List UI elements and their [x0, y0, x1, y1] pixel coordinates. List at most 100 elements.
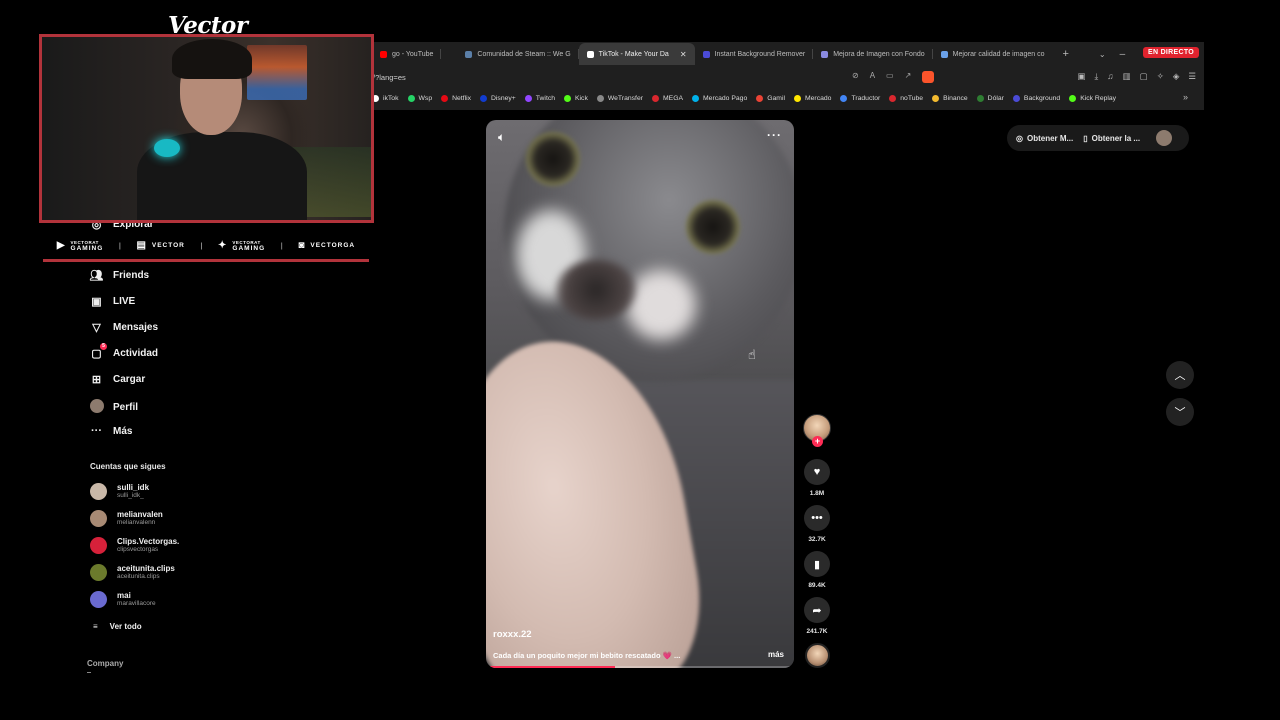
- sidebar-item-live[interactable]: ▣ LIVE: [89, 295, 135, 308]
- follow-plus-icon[interactable]: +: [812, 436, 823, 447]
- following-account[interactable]: mai maravillacore: [90, 591, 156, 608]
- url-text[interactable]: /?lang=es: [373, 73, 406, 82]
- friends-icon: 👥︎: [89, 270, 104, 282]
- sidebar-item-cargar[interactable]: ⊞ Cargar: [89, 373, 145, 386]
- pip-icon[interactable]: ▢: [1140, 71, 1148, 82]
- minimize-icon[interactable]: –: [1120, 49, 1126, 60]
- streamer-logo: Vector: [168, 12, 248, 39]
- tab-search-chevron-icon[interactable]: ⌄: [1099, 50, 1106, 59]
- tab-mejorar-calidad[interactable]: Mejorar calidad de imagen co: [933, 43, 1053, 65]
- menu-icon[interactable]: ☰: [1188, 71, 1196, 82]
- avatar: [90, 483, 107, 500]
- volume-icon[interactable]: 🔈︎: [498, 130, 505, 145]
- activity-icon: ▢ 5: [89, 343, 107, 360]
- no-media-icon[interactable]: ⊘: [852, 71, 859, 83]
- bookmark-item[interactable]: MEGA: [652, 94, 683, 102]
- see-all-button[interactable]: ≡ Ver todo: [93, 622, 142, 631]
- bookmark-item[interactable]: Binance: [932, 94, 968, 102]
- bookmark-item[interactable]: Traductor: [840, 94, 880, 102]
- music-icon[interactable]: ♫: [1107, 71, 1113, 82]
- more-options-icon[interactable]: ···: [767, 128, 782, 142]
- list-icon: ≡: [93, 622, 98, 631]
- image-favicon-icon: [940, 50, 948, 58]
- bookmark-item[interactable]: Gamil: [756, 94, 785, 102]
- live-badge: EN DIRECTO: [1143, 47, 1200, 58]
- twitch-bookmark-icon: [524, 94, 532, 102]
- bookmark-item[interactable]: Kick Replay: [1069, 94, 1116, 102]
- share-count: 241.7K: [806, 628, 828, 635]
- browser-chrome: go - YouTube Comunidad de Steam :: We G …: [372, 42, 1204, 110]
- vpn-icon[interactable]: ◈: [1173, 71, 1180, 82]
- video-progress-bar[interactable]: [486, 666, 794, 668]
- comment-button[interactable]: •••: [804, 505, 830, 531]
- close-tab-icon[interactable]: ✕: [680, 50, 687, 59]
- headset-light: [154, 139, 180, 157]
- youtube-icon: ▶: [56, 240, 66, 251]
- share-button[interactable]: ➦: [804, 597, 830, 623]
- sidebar-item-actividad[interactable]: ▢ 5 Actividad: [89, 343, 158, 360]
- sound-disc[interactable]: [805, 643, 830, 668]
- brave-shield-icon[interactable]: [922, 71, 935, 83]
- bookmark-item[interactable]: Wsp: [407, 94, 432, 102]
- avatar: [90, 510, 107, 527]
- notification-badge: 5: [100, 343, 107, 350]
- sidebar-icon[interactable]: ▥: [1123, 71, 1131, 82]
- company-link[interactable]: Company: [87, 659, 123, 668]
- address-bar[interactable]: /?lang=es ⊘ A ▭ ↗ ▣ ⤓ ♫ ▥ ▢ ✧ ◈ ☰: [372, 66, 1204, 88]
- bookmark-item[interactable]: WeTransfer: [596, 94, 643, 102]
- tab-tiktok[interactable]: TikTok - Make Your Da ✕: [578, 43, 695, 65]
- tab-youtube[interactable]: go - YouTube: [372, 43, 442, 65]
- share-icon[interactable]: ↗: [905, 71, 912, 83]
- get-app-desktop-button[interactable]: ◎ Obtener M...: [1016, 134, 1073, 143]
- webcam-background-screen: [247, 45, 307, 100]
- download-icon[interactable]: ⤓: [1095, 71, 1099, 82]
- tab-background-remover[interactable]: Instant Background Remover: [695, 43, 814, 65]
- cat-eye-left: [526, 132, 580, 186]
- reading-icon[interactable]: ▣: [1077, 71, 1085, 82]
- previous-video-button[interactable]: ︿: [1166, 361, 1194, 389]
- extensions-icon[interactable]: ✧: [1157, 71, 1164, 82]
- bookmark-item[interactable]: Netflix: [441, 94, 471, 102]
- caption-more-button[interactable]: más: [768, 650, 784, 659]
- bookmark-item[interactable]: Twitch: [524, 94, 555, 102]
- screen-icon[interactable]: ▭: [886, 71, 894, 83]
- save-button[interactable]: ▮: [804, 551, 830, 577]
- bookmark-item[interactable]: Mercado Pago: [692, 94, 747, 102]
- cat-nose: [556, 260, 636, 320]
- sidebar-item-friends[interactable]: 👥︎ Friends: [89, 269, 150, 282]
- translate-bookmark-icon: [840, 94, 848, 102]
- following-title: Cuentas que sigues: [90, 462, 166, 471]
- kickreplay-bookmark-icon: [1069, 94, 1077, 102]
- divider: |: [280, 242, 283, 250]
- user-avatar[interactable]: [1156, 130, 1173, 146]
- translate-icon[interactable]: A: [870, 71, 875, 83]
- video-player[interactable]: 🔈︎ ··· roxxx.22 Cada día un poquito mejo…: [486, 120, 794, 668]
- following-account[interactable]: sulli_idk sulli_idk_: [90, 483, 149, 500]
- bookmark-item[interactable]: Mercado: [793, 94, 831, 102]
- bookmark-item[interactable]: Dólar: [976, 94, 1004, 102]
- following-account[interactable]: melianvalen melianvalenn: [90, 510, 163, 527]
- sidebar-item-mensajes[interactable]: ▽ Mensajes: [89, 321, 158, 334]
- like-button[interactable]: ♥: [804, 459, 830, 485]
- bookmark-item[interactable]: noTube: [889, 94, 923, 102]
- background-bookmark-icon: [1012, 94, 1020, 102]
- following-account[interactable]: Clips.Vectorgas. clipsvectorgas: [90, 537, 179, 554]
- tab-mejora-imagen[interactable]: Mejora de Imagen con Fondo: [813, 43, 933, 65]
- footer-divider: [87, 672, 91, 673]
- bookmark-item[interactable]: Kick: [564, 94, 588, 102]
- sidebar-item-mas[interactable]: ··· Más: [89, 425, 132, 437]
- bookmark-item[interactable]: Disney+: [480, 94, 516, 102]
- following-account[interactable]: aceitunita.clips aceitunita.clips: [90, 564, 175, 581]
- bookmark-item[interactable]: ikTok: [372, 94, 399, 102]
- binance-bookmark-icon: [932, 94, 940, 102]
- get-app-mobile-button[interactable]: ▯ Obtener la ...: [1083, 134, 1140, 143]
- sidebar-item-perfil[interactable]: Perfil: [89, 399, 138, 416]
- bookmark-item[interactable]: Background: [1012, 94, 1060, 102]
- cat-eye-right: [686, 200, 740, 254]
- bookmarks-overflow-icon[interactable]: »: [1183, 92, 1188, 102]
- tab-steam[interactable]: Comunidad de Steam :: We G: [457, 43, 579, 65]
- video-username[interactable]: roxxx.22: [493, 629, 532, 640]
- new-tab-button[interactable]: +: [1052, 48, 1078, 60]
- next-video-button[interactable]: ﹀: [1166, 398, 1194, 426]
- profile-avatar: [89, 399, 104, 413]
